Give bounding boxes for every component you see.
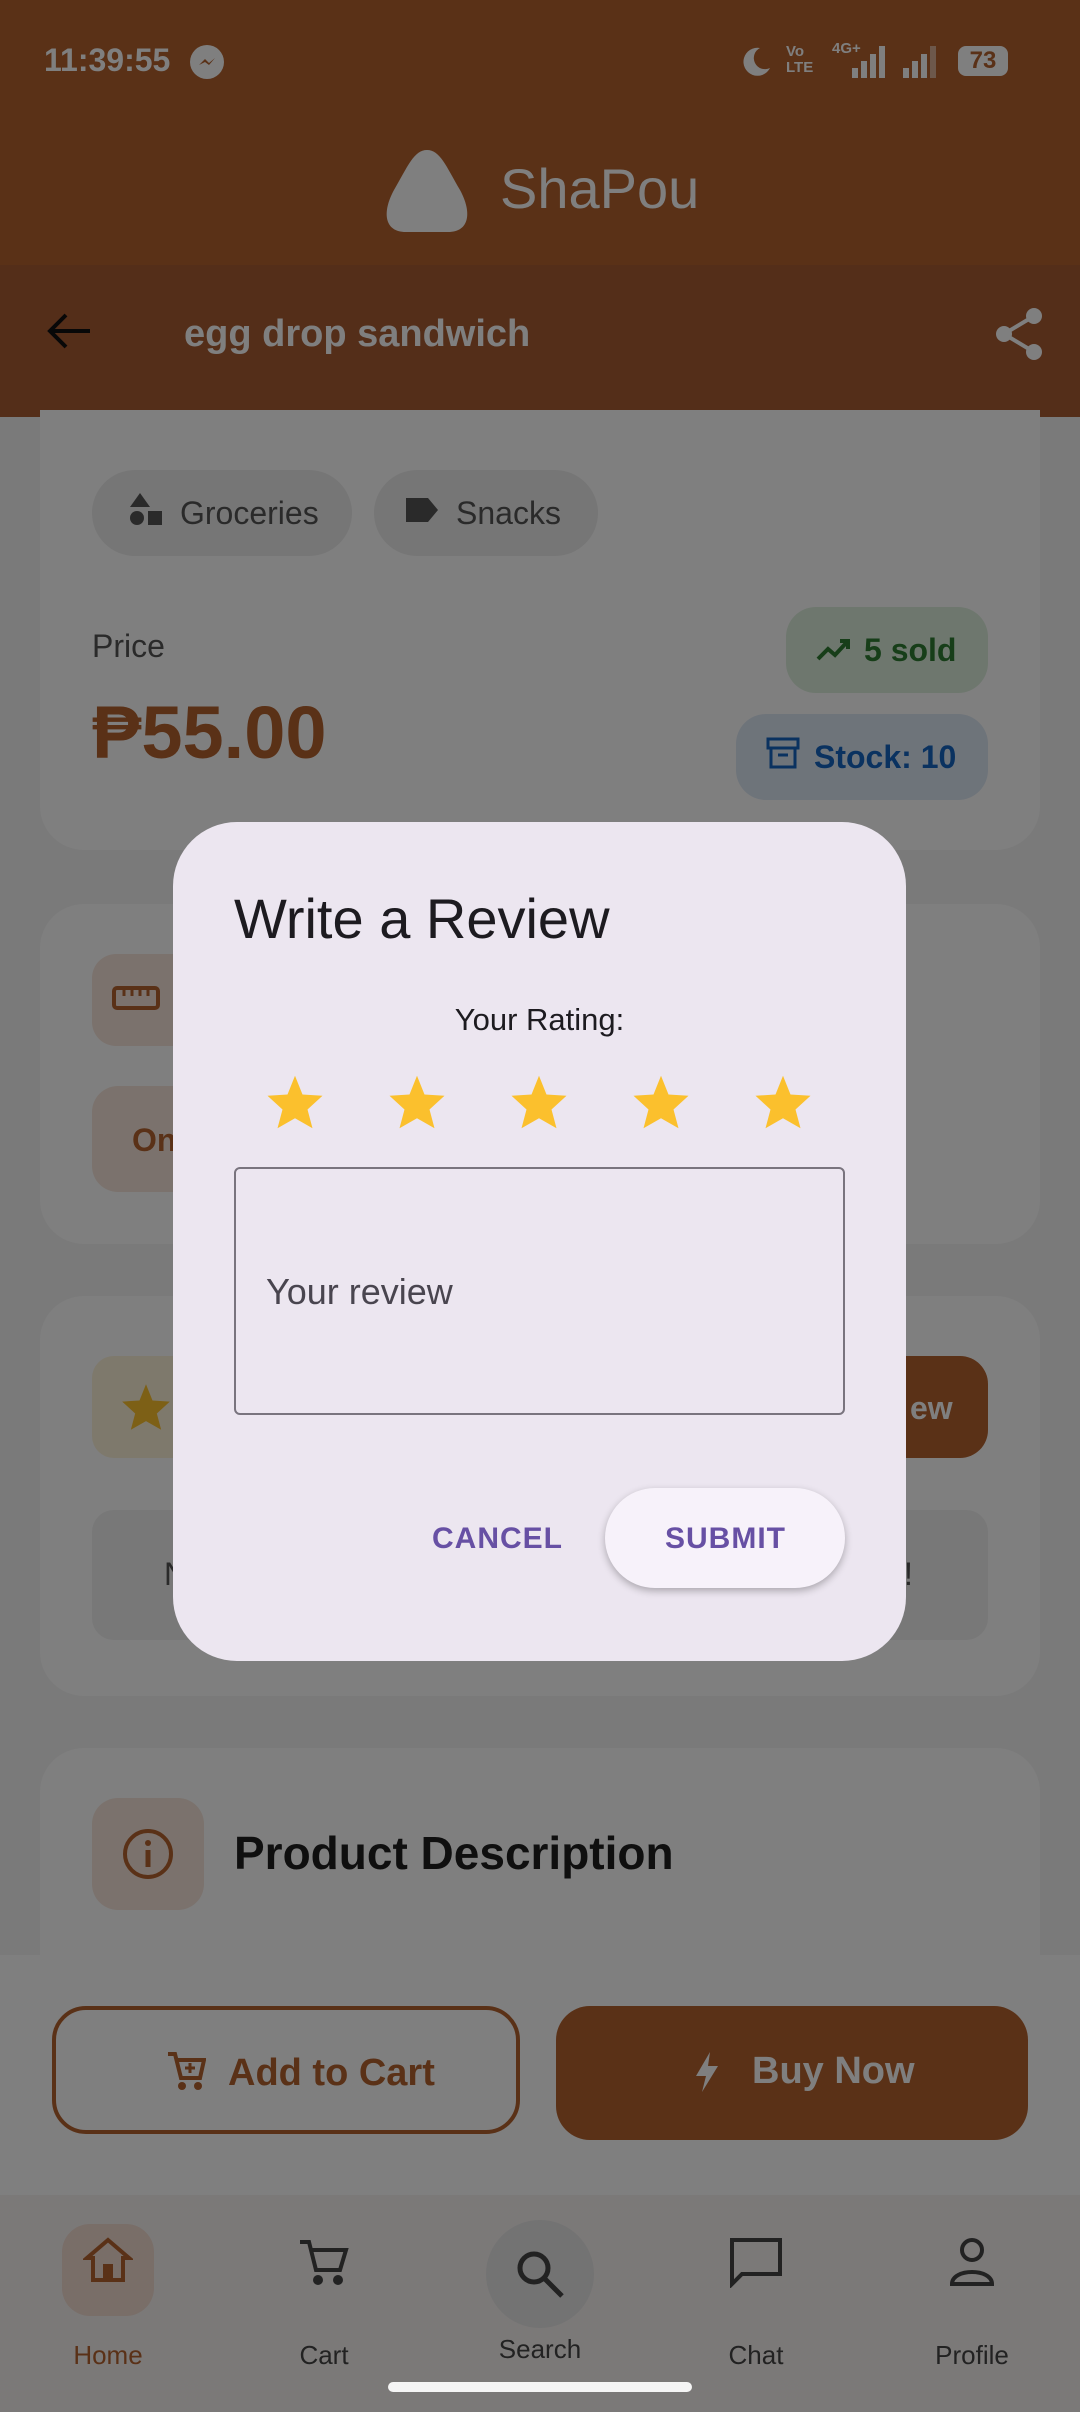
gesture-bar[interactable] bbox=[388, 2382, 692, 2392]
rating-star-3[interactable] bbox=[509, 1072, 569, 1132]
rating-star-5[interactable] bbox=[753, 1072, 813, 1132]
submit-label: SUBMIT bbox=[665, 1522, 786, 1555]
rating-star-4[interactable] bbox=[631, 1072, 691, 1132]
rating-star-2[interactable] bbox=[387, 1072, 447, 1132]
review-placeholder: Your review bbox=[266, 1271, 453, 1312]
cancel-button[interactable]: CANCEL bbox=[432, 1522, 563, 1556]
rating-label: Your Rating: bbox=[454, 1002, 625, 1037]
rating-star-1[interactable] bbox=[265, 1072, 325, 1132]
review-input[interactable]: Your review bbox=[234, 1167, 845, 1415]
dialog-title: Write a Review bbox=[234, 887, 610, 950]
submit-button[interactable]: SUBMIT bbox=[605, 1488, 845, 1588]
